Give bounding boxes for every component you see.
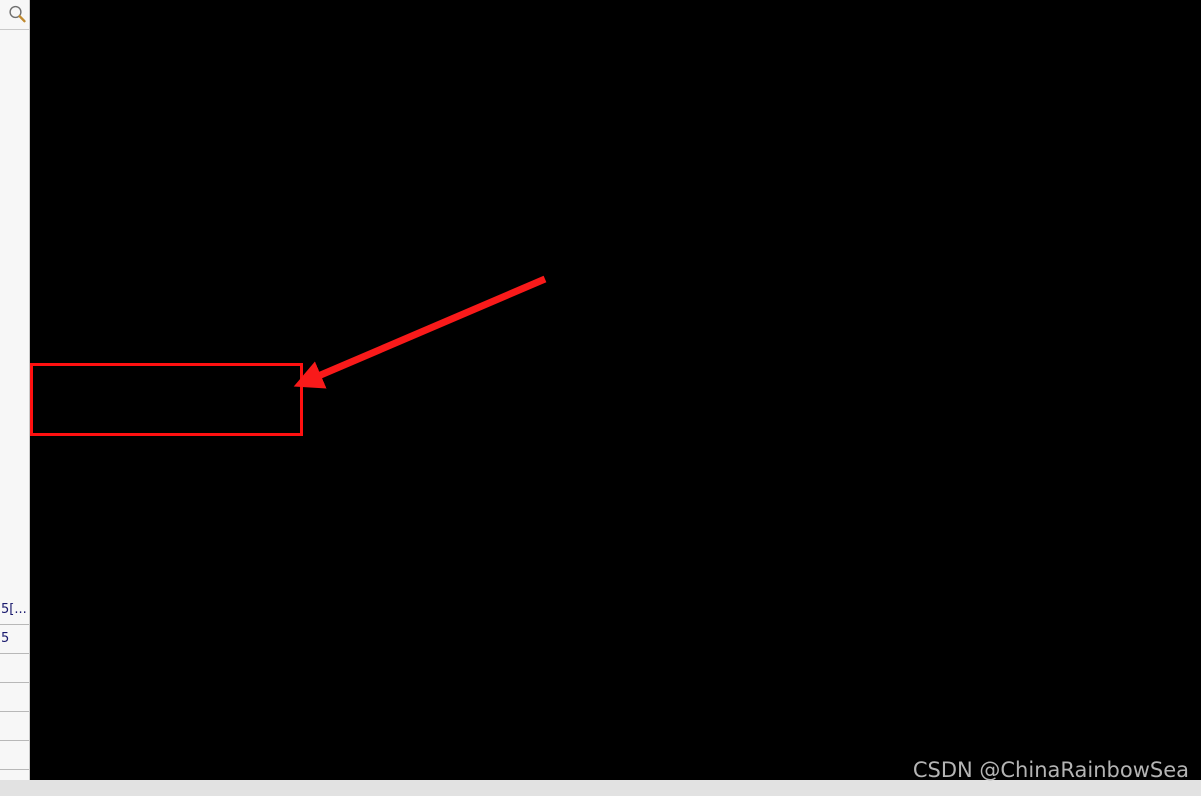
screenshot-root: 5[... 5 CSDN @ChinaRainbowSea (0, 0, 1201, 796)
list-item[interactable] (0, 741, 29, 770)
list-item[interactable] (0, 683, 29, 712)
background-app-side-panel: 5[... 5 (0, 0, 30, 780)
list-item[interactable] (0, 654, 29, 683)
terminal-text-area (35, 0, 1201, 733)
magnifier-icon[interactable] (7, 4, 27, 24)
list-item[interactable] (0, 712, 29, 741)
list-item[interactable]: 5[... (0, 596, 29, 625)
bottom-strip (0, 780, 1201, 796)
list-item[interactable] (0, 770, 29, 780)
terminal-window[interactable] (30, 0, 1201, 780)
side-panel-toolbar (0, 0, 29, 30)
list-item[interactable]: 5 (0, 625, 29, 654)
side-panel-row-list: 5[... 5 (0, 596, 29, 780)
watermark: CSDN @ChinaRainbowSea (912, 758, 1189, 782)
